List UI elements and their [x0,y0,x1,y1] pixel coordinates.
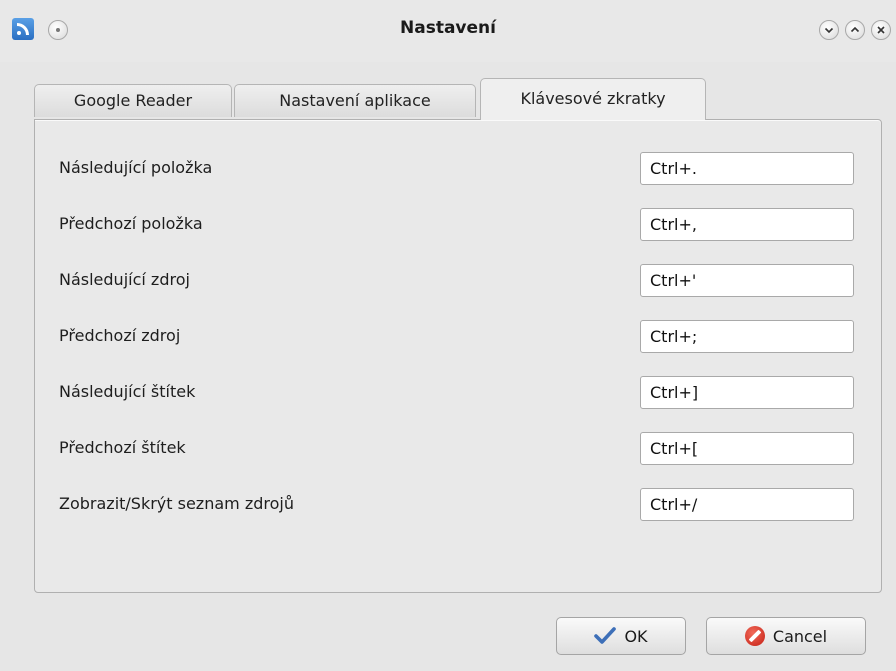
shortcut-label: Následující zdroj [59,270,190,289]
shortcut-field[interactable]: Ctrl+' [640,264,854,297]
shortcut-field[interactable]: Ctrl+] [640,376,854,409]
shortcut-field[interactable]: Ctrl+. [640,152,854,185]
shortcuts-panel: Následující položka Ctrl+. Předchozí pol… [34,119,882,593]
shortcut-label: Následující štítek [59,382,196,401]
cancel-icon [744,626,765,646]
shortcut-field[interactable]: Ctrl+, [640,208,854,241]
shortcut-field[interactable]: Ctrl+; [640,320,854,353]
title-bar: Nastavení [0,0,896,62]
shortcut-label: Předchozí štítek [59,438,186,457]
tab-google-reader[interactable]: Google Reader [34,84,232,117]
chevron-down-icon [824,27,834,34]
shortcut-label: Předchozí zdroj [59,326,181,345]
window-title: Nastavení [400,18,496,38]
chevron-up-icon [850,26,860,33]
shortcut-row-previous-feed: Předchozí zdroj Ctrl+; [35,320,881,354]
tab-keyboard-shortcuts[interactable]: Klávesové zkratky [480,78,706,120]
maximize-button[interactable] [845,20,865,40]
shortcut-field[interactable]: Ctrl+[ [640,432,854,465]
check-icon [594,627,617,644]
cancel-label: Cancel [772,626,828,646]
shortcut-label: Zobrazit/Skrýt seznam zdrojů [59,494,294,513]
tab-app-settings[interactable]: Nastavení aplikace [234,84,476,117]
cancel-button[interactable]: Cancel [706,617,866,655]
shortcut-row-toggle-feed-list: Zobrazit/Skrýt seznam zdrojů Ctrl+/ [35,488,881,522]
shortcut-row-next-item: Následující položka Ctrl+. [35,152,881,186]
shortcut-field[interactable]: Ctrl+/ [640,488,854,521]
ok-label: OK [624,626,648,646]
shortcut-row-previous-tag: Předchozí štítek Ctrl+[ [35,432,881,466]
shortcut-label: Následující položka [59,158,213,177]
ok-button[interactable]: OK [556,617,686,655]
shortcut-row-next-tag: Následující štítek Ctrl+] [35,376,881,410]
shortcut-label: Předchozí položka [59,214,203,233]
shortcut-row-next-feed: Následující zdroj Ctrl+' [35,264,881,298]
close-icon [877,26,885,34]
minimize-button[interactable] [819,20,839,40]
close-button[interactable] [871,20,891,40]
shortcut-row-previous-item: Předchozí položka Ctrl+, [35,208,881,242]
